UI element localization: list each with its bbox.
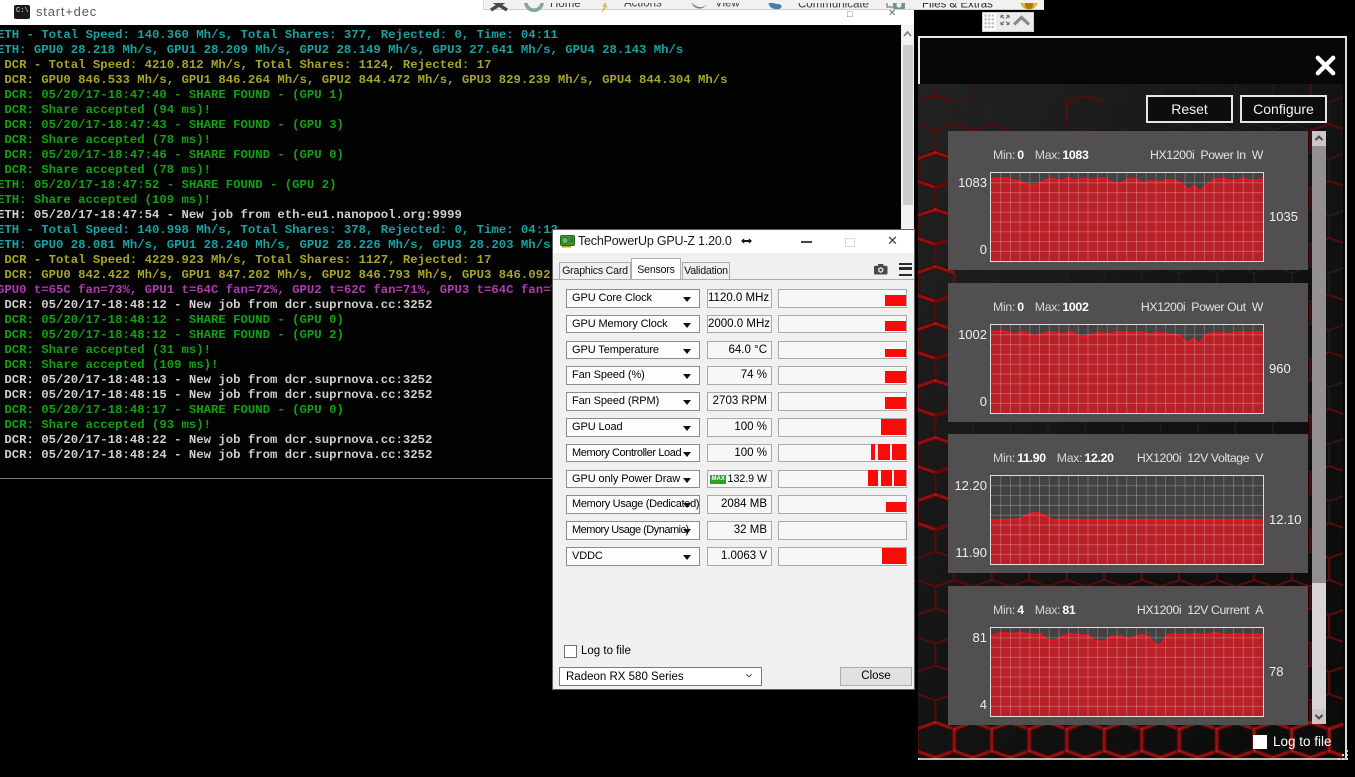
svg-text:View: View [715, 3, 740, 10]
svg-text:Files & Extras: Files & Extras [922, 3, 993, 11]
svg-text:Home: Home [550, 3, 581, 10]
svg-text:Actions: Actions [624, 3, 662, 10]
svg-text:Communicate: Communicate [798, 3, 869, 11]
